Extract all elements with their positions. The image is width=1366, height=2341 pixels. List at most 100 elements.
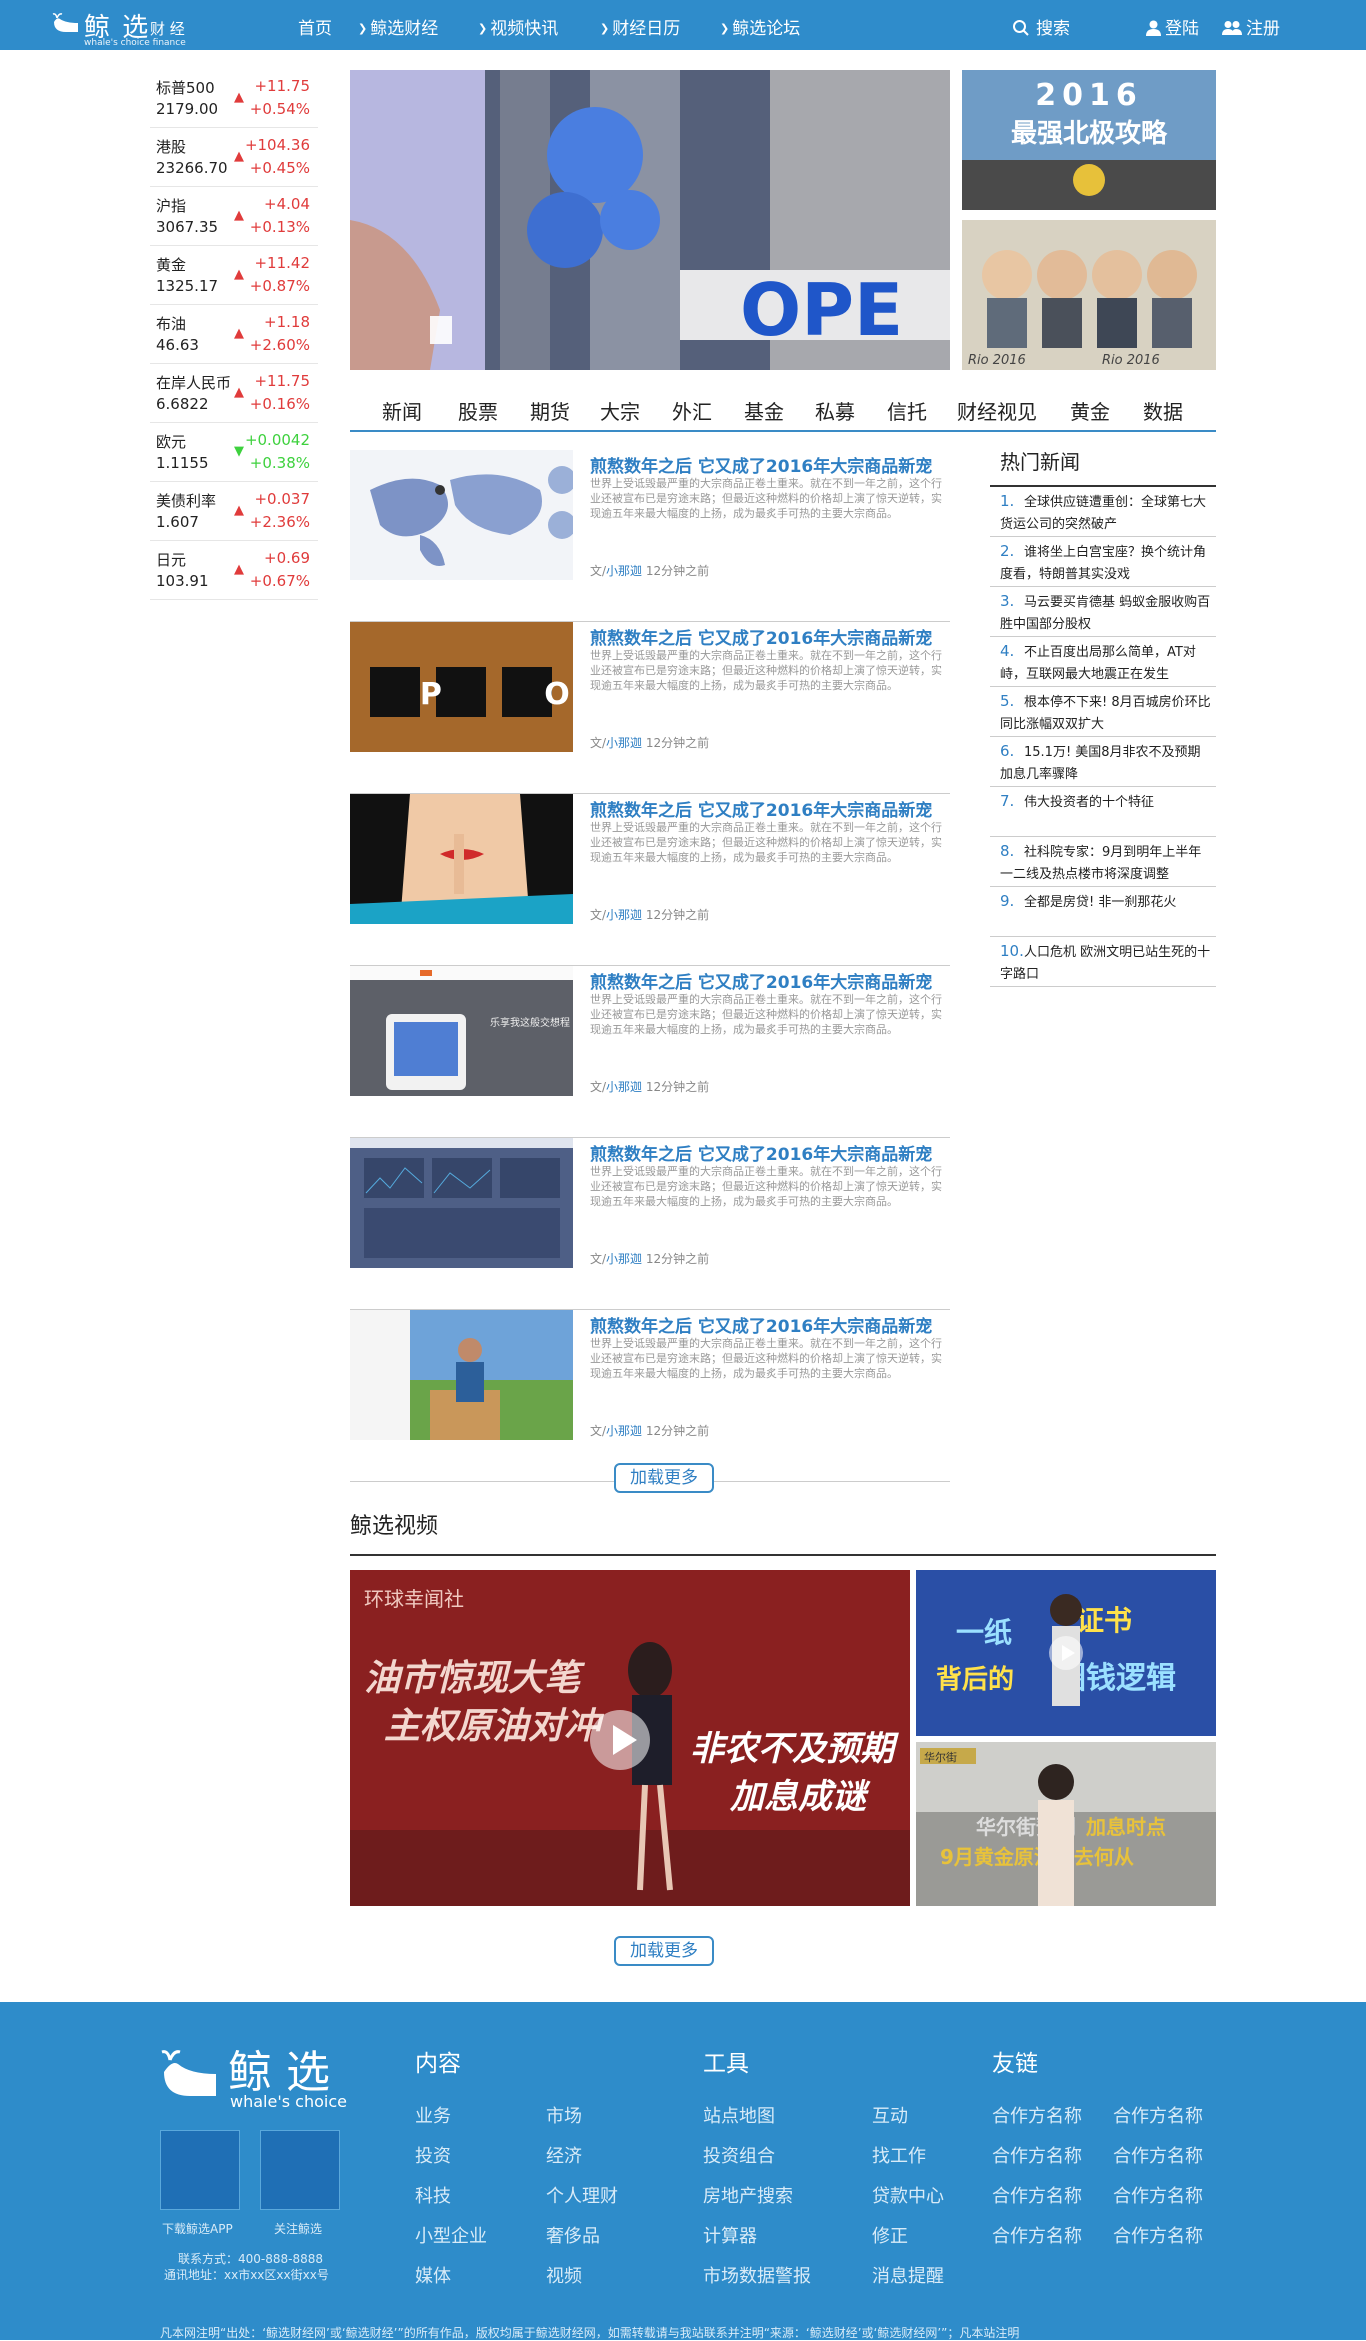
- news-author[interactable]: 小那迦: [606, 908, 642, 922]
- tab-forex[interactable]: 外汇: [672, 396, 712, 425]
- news-item[interactable]: 煎熬数年之后 它又成了2016年大宗商品新宠 世界上受诋毁最严重的大宗商品正卷土重…: [350, 1138, 950, 1310]
- hot-news-text[interactable]: 伟大投资者的十个特征: [1024, 795, 1154, 810]
- tab-stocks[interactable]: 股票: [458, 396, 498, 425]
- news-author[interactable]: 小那迦: [606, 564, 642, 578]
- footer-link[interactable]: 奢侈品: [546, 2222, 600, 2248]
- load-more-news-button[interactable]: 加载更多: [614, 1463, 714, 1493]
- hot-news-item[interactable]: 4. 不止百度出局那么简单，AT对峙，互联网最大地震正在发生: [990, 637, 1216, 687]
- news-thumbnail[interactable]: [350, 1310, 573, 1440]
- tab-trusts[interactable]: 信托: [887, 396, 927, 425]
- login-button[interactable]: 登陆: [1146, 14, 1199, 39]
- news-author[interactable]: 小那迦: [606, 1252, 642, 1266]
- footer-link[interactable]: 房地产搜索: [703, 2182, 793, 2208]
- news-item[interactable]: 煎熬数年之后 它又成了2016年大宗商品新宠 世界上受诋毁最严重的大宗商品正卷土重…: [350, 1310, 950, 1482]
- news-thumbnail[interactable]: [350, 794, 573, 924]
- main-video-thumb[interactable]: 环球幸闻社 油市惊现大笔 主权原油对冲 非农不及预期 加息成谜: [350, 1570, 910, 1906]
- news-thumbnail[interactable]: [350, 1138, 573, 1268]
- tab-futures[interactable]: 期货: [530, 396, 570, 425]
- hot-news-text[interactable]: 人口危机 欧洲文明已站生死的十字路口: [1000, 945, 1210, 982]
- footer-link[interactable]: 投资组合: [703, 2142, 775, 2168]
- ticker-item[interactable]: 美债利率 1.607 ▲ +0.037 +2.36%: [150, 483, 318, 541]
- news-author[interactable]: 小那迦: [606, 1424, 642, 1438]
- footer-logo[interactable]: 鲸 选 whale's choice: [160, 2036, 360, 2116]
- hot-news-text[interactable]: 不止百度出局那么简单，AT对峙，互联网最大地震正在发生: [1000, 645, 1196, 682]
- footer-link[interactable]: 业务: [415, 2102, 451, 2128]
- nav-home[interactable]: 首页: [298, 14, 332, 39]
- ticker-item[interactable]: 黄金 1325.17 ▲ +11.42 +0.87%: [150, 247, 318, 305]
- tab-news[interactable]: 新闻: [382, 396, 422, 425]
- nav-forum[interactable]: ❯ 鲸选论坛: [720, 14, 800, 39]
- hot-news-item[interactable]: 6. 15.1万! 美国8月非农不及预期 加息几率骤降: [990, 737, 1216, 787]
- footer-link[interactable]: 合作方名称: [1113, 2102, 1203, 2128]
- footer-link[interactable]: 科技: [415, 2182, 451, 2208]
- footer-link[interactable]: 合作方名称: [992, 2222, 1082, 2248]
- footer-link[interactable]: 个人理财: [546, 2182, 618, 2208]
- side-video-thumb-2[interactable]: 华尔街 华尔街预判 加息时点 9月黄金原油何去何从: [916, 1742, 1216, 1906]
- hot-news-item[interactable]: 2. 谁将坐上白宫宝座？换个统计角度看，特朗普其实没戏: [990, 537, 1216, 587]
- footer-link[interactable]: 合作方名称: [992, 2182, 1082, 2208]
- news-author[interactable]: 小那迦: [606, 1080, 642, 1094]
- footer-link[interactable]: 市场: [546, 2102, 582, 2128]
- main-banner-image[interactable]: OPE: [350, 70, 950, 370]
- hot-news-text[interactable]: 全球供应链遭重创：全球第七大货运公司的突然破产: [1000, 495, 1206, 532]
- news-title[interactable]: 煎熬数年之后 它又成了2016年大宗商品新宠: [590, 796, 950, 821]
- hot-news-text[interactable]: 马云要买肯德基 蚂蚁金服收购百胜中国部分股权: [1000, 595, 1210, 632]
- tab-data[interactable]: 数据: [1143, 396, 1183, 425]
- footer-link[interactable]: 小型企业: [415, 2222, 487, 2248]
- ticker-item[interactable]: 在岸人民币 6.6822 ▲ +11.75 +0.16%: [150, 365, 318, 423]
- footer-link[interactable]: 合作方名称: [992, 2102, 1082, 2128]
- side-banner-top[interactable]: 2016 最强北极攻略: [962, 70, 1216, 210]
- ticker-item[interactable]: 日元 103.91 ▲ +0.69 +0.67%: [150, 542, 318, 600]
- footer-link[interactable]: 互动: [872, 2102, 908, 2128]
- footer-link[interactable]: 贷款中心: [872, 2182, 944, 2208]
- side-banner-bottom[interactable]: Rio 2016 Rio 2016: [962, 220, 1216, 370]
- hot-news-text[interactable]: 谁将坐上白宫宝座？换个统计角度看，特朗普其实没戏: [1000, 545, 1206, 582]
- news-thumbnail[interactable]: 乐享我这般交想程: [350, 966, 573, 1096]
- play-icon[interactable]: [1049, 1636, 1083, 1670]
- footer-link[interactable]: 经济: [546, 2142, 582, 2168]
- footer-link[interactable]: 合作方名称: [1113, 2222, 1203, 2248]
- tab-commodities[interactable]: 大宗: [600, 396, 640, 425]
- hot-news-item[interactable]: 8. 社科院专家：9月到明年上半年 一二线及热点楼市将深度调整: [990, 837, 1216, 887]
- ticker-item[interactable]: 沪指 3067.35 ▲ +4.04 +0.13%: [150, 188, 318, 246]
- ticker-item[interactable]: 标普500 2179.00 ▲ +11.75 +0.54%: [150, 70, 318, 128]
- footer-link[interactable]: 市场数据警报: [703, 2262, 811, 2288]
- site-logo[interactable]: 鲸 选 财 经 whale's choice finance: [50, 6, 200, 48]
- footer-link[interactable]: 修正: [872, 2222, 908, 2248]
- footer-link[interactable]: 找工作: [872, 2142, 926, 2168]
- footer-link[interactable]: 视频: [546, 2262, 582, 2288]
- news-title[interactable]: 煎熬数年之后 它又成了2016年大宗商品新宠: [590, 624, 950, 649]
- footer-link[interactable]: 投资: [415, 2142, 451, 2168]
- side-video-thumb-1[interactable]: 一纸 证书 背后的 圈钱逻辑: [916, 1570, 1216, 1736]
- footer-link[interactable]: 计算器: [703, 2222, 757, 2248]
- hot-news-item[interactable]: 7. 伟大投资者的十个特征: [990, 787, 1216, 837]
- hot-news-item[interactable]: 9. 全都是房贷! 非一刹那花火: [990, 887, 1216, 937]
- footer-link[interactable]: 消息提醒: [872, 2262, 944, 2288]
- hot-news-text[interactable]: 根本停不下来! 8月百城房价环比同比涨幅双双扩大: [1000, 695, 1211, 732]
- footer-link[interactable]: 媒体: [415, 2262, 451, 2288]
- news-item[interactable]: 煎熬数年之后 它又成了2016年大宗商品新宠 世界上受诋毁最严重的大宗商品正卷土重…: [350, 794, 950, 966]
- hot-news-text[interactable]: 15.1万! 美国8月非农不及预期 加息几率骤降: [1000, 745, 1201, 782]
- tab-finance-video[interactable]: 财经视见: [957, 396, 1037, 425]
- tab-gold[interactable]: 黄金: [1070, 396, 1110, 425]
- hot-news-text[interactable]: 社科院专家：9月到明年上半年 一二线及热点楼市将深度调整: [1000, 845, 1201, 882]
- hot-news-text[interactable]: 全都是房贷! 非一刹那花火: [1024, 895, 1176, 910]
- register-button[interactable]: 注册: [1222, 14, 1280, 39]
- hot-news-item[interactable]: 10.人口危机 欧洲文明已站生死的十字路口: [990, 937, 1216, 987]
- hot-news-item[interactable]: 3. 马云要买肯德基 蚂蚁金服收购百胜中国部分股权: [990, 587, 1216, 637]
- footer-link[interactable]: 合作方名称: [1113, 2142, 1203, 2168]
- news-thumbnail[interactable]: I P O: [350, 622, 573, 752]
- hot-news-item[interactable]: 1. 全球供应链遭重创：全球第七大货运公司的突然破产: [990, 487, 1216, 537]
- footer-link[interactable]: 站点地图: [703, 2102, 775, 2128]
- tab-funds[interactable]: 基金: [744, 396, 784, 425]
- hot-news-item[interactable]: 5. 根本停不下来! 8月百城房价环比同比涨幅双双扩大: [990, 687, 1216, 737]
- ticker-item[interactable]: 布油 46.63 ▲ +1.18 +2.60%: [150, 306, 318, 364]
- nav-calendar[interactable]: ❯ 财经日历: [600, 14, 680, 39]
- play-icon[interactable]: [590, 1710, 650, 1770]
- news-item[interactable]: I P O 煎熬数年之后 它又成了2016年大宗商品新宠世界上受诋毁最严重的大宗商…: [350, 622, 950, 794]
- nav-finance[interactable]: ❯ 鲸选财经: [358, 14, 438, 39]
- footer-link[interactable]: 合作方名称: [1113, 2182, 1203, 2208]
- load-more-video-button[interactable]: 加载更多: [614, 1936, 714, 1966]
- ticker-item[interactable]: 欧元 1.1155 ▼ +0.0042 +0.38%: [150, 424, 318, 482]
- news-item[interactable]: 煎熬数年之后 它又成了2016年大宗商品新宠 世界上受诋毁最严重的大宗商品正卷土重…: [350, 450, 950, 622]
